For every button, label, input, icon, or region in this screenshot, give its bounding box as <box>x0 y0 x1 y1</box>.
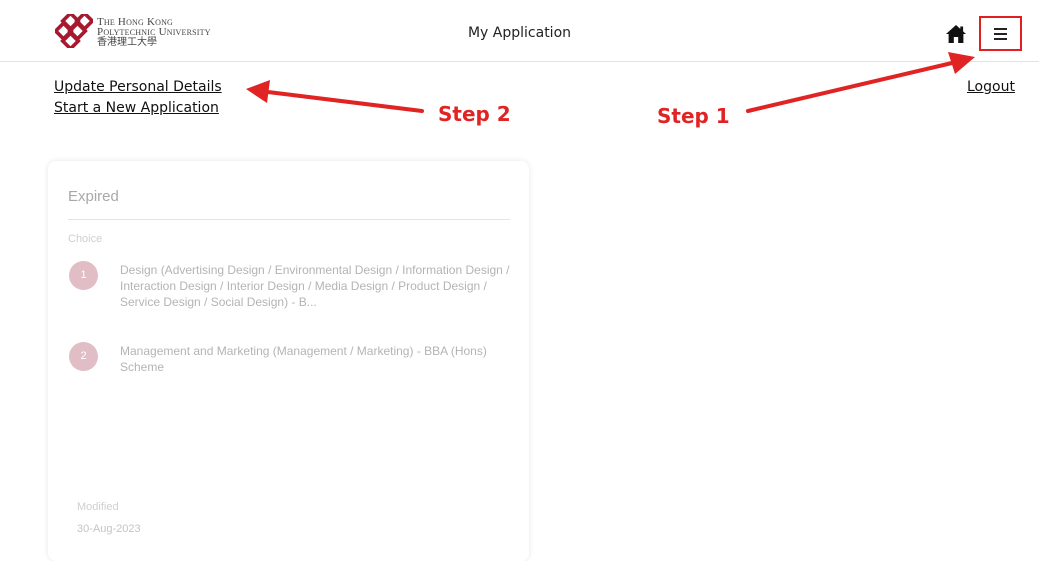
step2-label: Step 2 <box>438 102 511 126</box>
step2-arrow <box>246 80 424 113</box>
modified-label: Modified <box>77 501 119 513</box>
modified-date: 30-Aug-2023 <box>77 523 141 535</box>
application-card[interactable]: Expired Choice 1 Design (Advertising Des… <box>48 161 529 561</box>
step1-label: Step 1 <box>657 104 730 128</box>
choice-programme-text: Design (Advertising Design / Environment… <box>120 263 510 309</box>
card-divider <box>68 219 510 220</box>
choice-label: Choice <box>68 233 103 245</box>
choice-number-badge: 2 <box>69 342 98 371</box>
step1-arrow <box>746 52 975 113</box>
choice-number-badge: 1 <box>69 261 98 290</box>
application-status: Expired <box>68 188 119 205</box>
choice-programme-text: Management and Marketing (Management / M… <box>120 344 487 374</box>
